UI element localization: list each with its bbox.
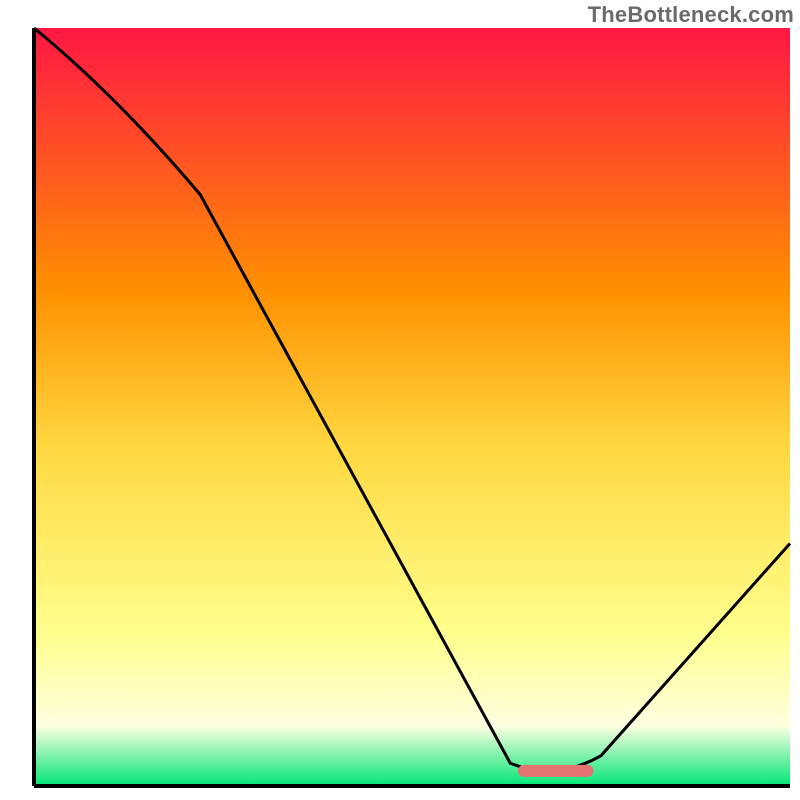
chart-root: { "watermark": "TheBottleneck.com", "col… — [0, 0, 800, 800]
optimal-marker — [518, 765, 594, 777]
bottleneck-chart — [0, 0, 800, 800]
